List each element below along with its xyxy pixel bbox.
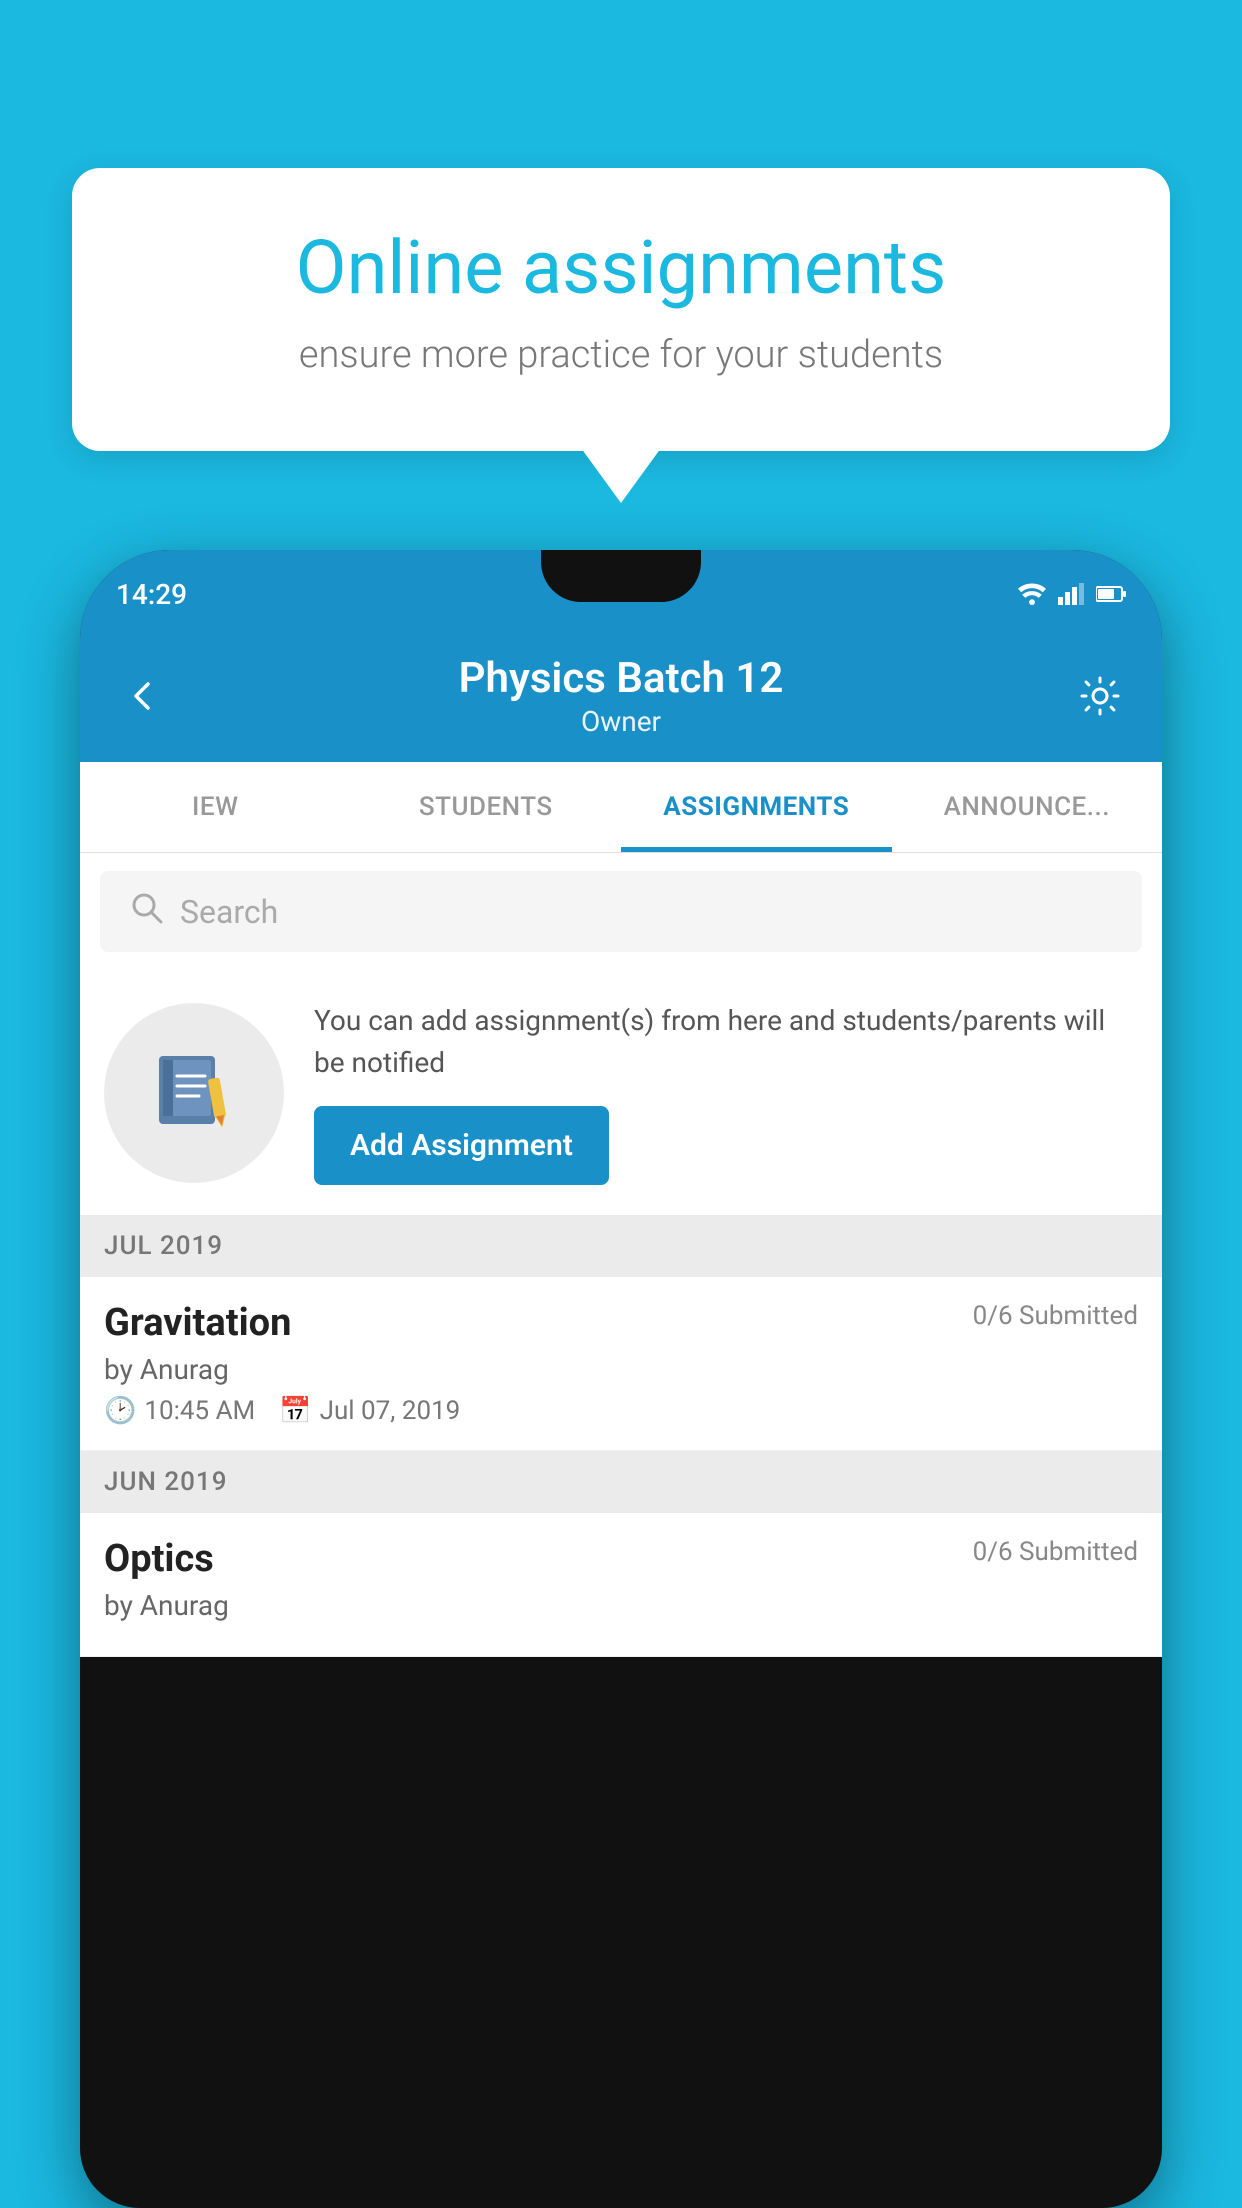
tab-assignments[interactable]: ASSIGNMENTS: [621, 762, 892, 852]
phone-frame: 14:29: [80, 550, 1162, 2208]
signal-icon: [1058, 583, 1084, 605]
clock-icon: 🕑: [104, 1396, 136, 1426]
tab-announcements[interactable]: ANNOUNCE...: [892, 762, 1163, 852]
promo-right: You can add assignment(s) from here and …: [314, 1000, 1138, 1185]
section-header-jun-text: JUN 2019: [104, 1467, 227, 1497]
assignment-submitted: 0/6 Submitted: [973, 1301, 1138, 1331]
back-button[interactable]: [116, 670, 168, 722]
settings-button[interactable]: [1074, 670, 1126, 722]
assignment-item-gravitation[interactable]: Gravitation 0/6 Submitted by Anurag 🕑 10…: [80, 1277, 1162, 1451]
promo-icon: [104, 1003, 284, 1183]
section-header-jul-text: JUL 2019: [104, 1231, 223, 1261]
assignment-meta: 🕑 10:45 AM 📅 Jul 07, 2019: [104, 1396, 1138, 1426]
tooltip-subtitle: ensure more practice for your students: [142, 331, 1100, 380]
assignment-by-optics: by Anurag: [104, 1589, 1138, 1622]
search-bar[interactable]: Search: [100, 871, 1142, 952]
assignment-top-row-optics: Optics 0/6 Submitted: [104, 1537, 1138, 1581]
header-subtitle: Owner: [168, 705, 1074, 738]
battery-icon: [1096, 585, 1126, 603]
search-icon: [128, 889, 164, 934]
tab-students[interactable]: STUDENTS: [351, 762, 622, 852]
assignment-date-value: Jul 07, 2019: [320, 1396, 461, 1426]
assignment-item-optics[interactable]: Optics 0/6 Submitted by Anurag: [80, 1513, 1162, 1657]
calendar-icon: 📅: [279, 1396, 311, 1426]
assignment-submitted-optics: 0/6 Submitted: [973, 1537, 1138, 1567]
status-time: 14:29: [116, 578, 187, 611]
assignment-time: 🕑 10:45 AM: [104, 1396, 255, 1426]
tooltip-title: Online assignments: [142, 228, 1100, 309]
status-icons: [1018, 583, 1126, 605]
assignment-time-value: 10:45 AM: [144, 1396, 255, 1426]
status-bar: 14:29: [80, 550, 1162, 638]
promo-description: You can add assignment(s) from here and …: [314, 1000, 1138, 1084]
content-area: Search: [80, 853, 1162, 1657]
tab-iew[interactable]: IEW: [80, 762, 351, 852]
assignment-name: Gravitation: [104, 1301, 291, 1345]
tooltip-card: Online assignments ensure more practice …: [72, 168, 1170, 451]
search-placeholder: Search: [180, 893, 278, 931]
assignment-top-row: Gravitation 0/6 Submitted: [104, 1301, 1138, 1345]
back-arrow-icon: [124, 678, 160, 714]
assignment-name-optics: Optics: [104, 1537, 214, 1581]
section-header-jul: JUL 2019: [80, 1215, 1162, 1277]
tabs-bar: IEW STUDENTS ASSIGNMENTS ANNOUNCE...: [80, 762, 1162, 853]
add-assignment-button[interactable]: Add Assignment: [314, 1106, 609, 1185]
wifi-icon: [1018, 583, 1046, 605]
assignment-date: 📅 Jul 07, 2019: [279, 1396, 460, 1426]
notebook-icon: [149, 1048, 239, 1138]
header-title: Physics Batch 12: [168, 654, 1074, 703]
assignment-by: by Anurag: [104, 1353, 1138, 1386]
promo-section: You can add assignment(s) from here and …: [80, 970, 1162, 1215]
section-header-jun: JUN 2019: [80, 1451, 1162, 1513]
search-magnifier-icon: [128, 889, 164, 925]
header-center: Physics Batch 12 Owner: [168, 654, 1074, 738]
app-header: Physics Batch 12 Owner: [80, 638, 1162, 762]
gear-icon: [1076, 672, 1124, 720]
search-bar-container: Search: [80, 853, 1162, 970]
